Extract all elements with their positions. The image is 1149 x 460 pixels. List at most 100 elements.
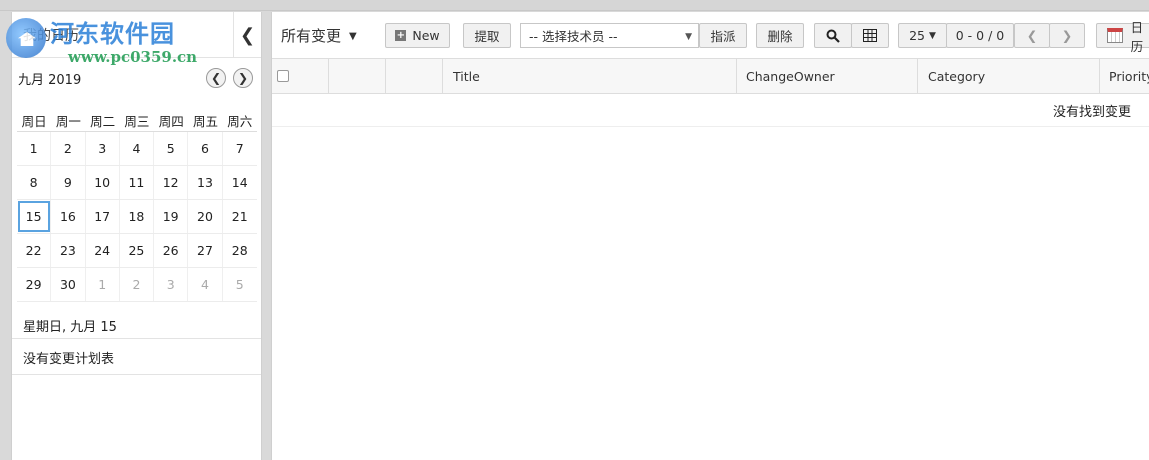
calendar-view-button[interactable]: 日历 bbox=[1096, 20, 1149, 54]
column-header-category[interactable]: Category bbox=[918, 59, 1100, 93]
changes-panel: 所有变更 ▼ + New 提取 -- 选择技术员 -- ▼ 指派 删除 25 ▼ bbox=[271, 12, 1149, 460]
app-root: 我的日历 ❮ 河东软件园 www.pc0359.cn 九月 2019 ❮ ❯ 周… bbox=[0, 0, 1149, 460]
divider bbox=[12, 374, 261, 375]
calendar-week-row: 29 30 1 2 3 4 5 bbox=[17, 268, 257, 302]
calendar-day[interactable]: 25 bbox=[120, 234, 155, 267]
calendar-day[interactable]: 14 bbox=[223, 166, 257, 199]
no-plan-message: 没有变更计划表 bbox=[23, 352, 115, 367]
selected-date-label: 星期日, 九月 15 bbox=[23, 320, 117, 335]
calendar-icon bbox=[1107, 28, 1123, 43]
calendar-day[interactable]: 26 bbox=[154, 234, 189, 267]
calendar-panel-title: 我的日历 bbox=[23, 28, 79, 44]
column-chooser-button[interactable] bbox=[851, 23, 889, 48]
calendar-day[interactable]: 29 bbox=[17, 268, 52, 301]
plus-icon: + bbox=[395, 30, 407, 41]
calendar-header: 九月 2019 ❮ ❯ bbox=[12, 58, 261, 98]
calendar-day[interactable]: 6 bbox=[188, 132, 223, 165]
column-header[interactable] bbox=[329, 59, 386, 93]
per-page-dropdown[interactable]: 25 ▼ bbox=[898, 23, 947, 48]
calendar-day[interactable]: 28 bbox=[223, 234, 257, 267]
calendar-day[interactable]: 7 bbox=[223, 132, 257, 165]
collapse-panel-button[interactable]: ❮ bbox=[233, 12, 261, 58]
weekday-label: 周二 bbox=[90, 114, 116, 129]
page-range: 0 - 0 / 0 bbox=[946, 23, 1014, 48]
calendar-week-row: 8 9 10 11 12 13 14 bbox=[17, 166, 257, 200]
view-filter-label: 所有变更 bbox=[281, 27, 342, 45]
prev-month-button[interactable]: ❮ bbox=[206, 68, 226, 88]
calendar-day-next-month[interactable]: 3 bbox=[154, 268, 189, 301]
caret-down-icon: ▼ bbox=[685, 32, 692, 42]
calendar-panel-header: 我的日历 ❮ 河东软件园 www.pc0359.cn bbox=[6, 12, 261, 66]
table-header: Title ChangeOwner Category Priority bbox=[272, 58, 1149, 94]
calendar-day[interactable]: 1 bbox=[17, 132, 52, 165]
column-header-title[interactable]: Title bbox=[443, 59, 737, 93]
chevron-right-icon: ❯ bbox=[237, 71, 249, 85]
calendar-day[interactable]: 11 bbox=[120, 166, 155, 199]
calendar-day[interactable]: 13 bbox=[188, 166, 223, 199]
calendar-day[interactable]: 10 bbox=[86, 166, 120, 199]
caret-down-icon: ▼ bbox=[349, 31, 357, 42]
weekday-label: 周三 bbox=[124, 114, 150, 129]
grid-icon bbox=[863, 29, 877, 42]
calendar-day[interactable]: 22 bbox=[17, 234, 52, 267]
calendar-day[interactable]: 23 bbox=[51, 234, 86, 267]
calendar-day[interactable]: 4 bbox=[120, 132, 155, 165]
calendar-day-today[interactable]: 15 bbox=[17, 200, 52, 233]
calendar-week-row: 1 2 3 4 5 6 7 bbox=[17, 132, 257, 166]
calendar-day[interactable]: 21 bbox=[223, 200, 257, 233]
chevron-left-icon: ❮ bbox=[210, 71, 222, 85]
weekday-label: 周四 bbox=[158, 114, 184, 129]
assign-button[interactable]: 指派 bbox=[699, 23, 747, 48]
technician-select[interactable]: -- 选择技术员 -- ▼ bbox=[520, 23, 699, 48]
divider bbox=[12, 338, 261, 339]
calendar-day[interactable]: 20 bbox=[188, 200, 223, 233]
chevron-right-icon: ❯ bbox=[1061, 28, 1073, 43]
calendar-day[interactable]: 8 bbox=[17, 166, 52, 199]
calendar-day-next-month[interactable]: 4 bbox=[188, 268, 223, 301]
delete-button[interactable]: 删除 bbox=[756, 23, 804, 48]
calendar-day[interactable]: 24 bbox=[86, 234, 120, 267]
weekday-header-row: 周日 周一 周二 周三 周四 周五 周六 bbox=[17, 110, 257, 132]
new-change-button[interactable]: + New bbox=[385, 23, 450, 48]
caret-down-icon: ▼ bbox=[928, 30, 936, 41]
new-button-label: New bbox=[412, 28, 440, 43]
calendar-day-next-month[interactable]: 5 bbox=[223, 268, 257, 301]
calendar-day[interactable]: 9 bbox=[51, 166, 86, 199]
pick-up-button[interactable]: 提取 bbox=[463, 23, 511, 48]
calendar-day[interactable]: 17 bbox=[86, 200, 120, 233]
calendar-day[interactable]: 19 bbox=[154, 200, 189, 233]
calendar-day[interactable]: 2 bbox=[51, 132, 86, 165]
search-button[interactable] bbox=[814, 23, 852, 48]
per-page-value: 25 bbox=[909, 28, 925, 43]
weekday-label: 周五 bbox=[192, 114, 218, 129]
top-band bbox=[0, 0, 1149, 11]
column-header-changeowner[interactable]: ChangeOwner bbox=[737, 59, 918, 93]
calendar-view-label: 日历 bbox=[1130, 19, 1144, 54]
calendar-day[interactable]: 3 bbox=[86, 132, 120, 165]
view-filter-dropdown[interactable]: 所有变更 ▼ bbox=[281, 25, 357, 46]
weekday-label: 周日 bbox=[21, 114, 47, 129]
month-calendar: 周日 周一 周二 周三 周四 周五 周六 1 2 3 4 5 6 7 8 9 1… bbox=[17, 110, 257, 302]
calendar-day[interactable]: 18 bbox=[120, 200, 155, 233]
calendar-week-row: 15 16 17 18 19 20 21 bbox=[17, 200, 257, 234]
prev-page-button[interactable]: ❮ bbox=[1014, 23, 1050, 48]
empty-table-message: 没有找到变更 bbox=[1053, 105, 1132, 120]
calendar-week-row: 22 23 24 25 26 27 28 bbox=[17, 234, 257, 268]
next-month-button[interactable]: ❯ bbox=[233, 68, 253, 88]
weekday-label: 周六 bbox=[227, 114, 253, 129]
technician-select-value: -- 选择技术员 -- bbox=[529, 29, 618, 44]
calendar-day-next-month[interactable]: 1 bbox=[86, 268, 120, 301]
calendar-day[interactable]: 30 bbox=[51, 268, 86, 301]
next-page-button[interactable]: ❯ bbox=[1049, 23, 1085, 48]
calendar-day[interactable]: 27 bbox=[188, 234, 223, 267]
calendar-day[interactable]: 16 bbox=[51, 200, 86, 233]
chevron-left-icon: ❮ bbox=[1026, 28, 1038, 43]
column-header[interactable] bbox=[386, 59, 443, 93]
calendar-day[interactable]: 12 bbox=[154, 166, 189, 199]
calendar-day[interactable]: 5 bbox=[154, 132, 189, 165]
column-header-priority[interactable]: Priority bbox=[1100, 59, 1149, 93]
calendar-day-next-month[interactable]: 2 bbox=[120, 268, 155, 301]
select-all-cell bbox=[272, 59, 329, 93]
select-all-checkbox[interactable] bbox=[277, 70, 289, 82]
chevron-left-icon: ❮ bbox=[239, 24, 256, 46]
